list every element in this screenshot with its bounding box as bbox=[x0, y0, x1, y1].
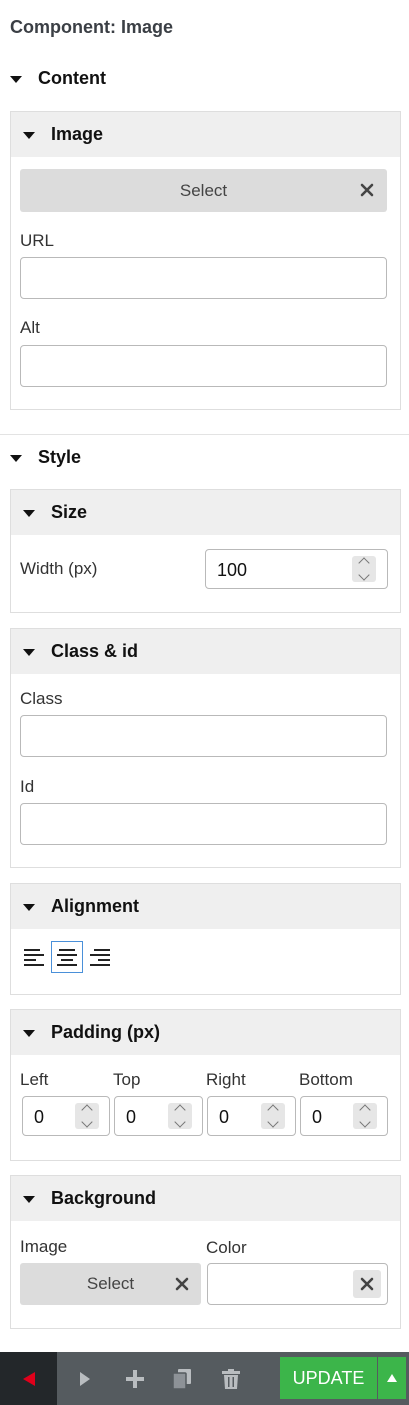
padding-panel-heading: Padding (px) bbox=[51, 1022, 160, 1042]
padding-right-input[interactable]: 0 bbox=[207, 1096, 296, 1136]
arrow-left-icon bbox=[22, 1371, 35, 1386]
url-label: URL bbox=[20, 231, 55, 250]
padding-bottom-value: 0 bbox=[312, 1107, 323, 1127]
clear-background-image-button[interactable] bbox=[168, 1270, 196, 1298]
delete-button[interactable] bbox=[214, 1352, 248, 1405]
align-left-icon bbox=[24, 949, 44, 966]
update-label: UPDATE bbox=[292, 1367, 365, 1388]
spinner-icon[interactable] bbox=[352, 556, 376, 582]
width-value: 100 bbox=[217, 560, 248, 580]
alt-label: Alt bbox=[20, 318, 40, 337]
background-panel-heading: Background bbox=[51, 1188, 157, 1208]
url-input[interactable] bbox=[20, 257, 387, 299]
padding-panel-toggle[interactable]: Padding (px) bbox=[11, 1010, 400, 1055]
content-section-toggle[interactable]: Content bbox=[10, 66, 106, 90]
padding-top-label: Top bbox=[113, 1070, 141, 1089]
style-section-toggle[interactable]: Style bbox=[10, 445, 81, 469]
width-input[interactable]: 100 bbox=[205, 549, 388, 589]
background-panel-toggle[interactable]: Background bbox=[11, 1176, 400, 1221]
duplicate-button[interactable] bbox=[165, 1352, 199, 1405]
image-panel-heading: Image bbox=[51, 124, 104, 144]
caret-down-icon bbox=[23, 132, 35, 139]
padding-left-input[interactable]: 0 bbox=[22, 1096, 110, 1136]
padding-right-label: Right bbox=[206, 1070, 246, 1089]
caret-down-icon bbox=[23, 904, 35, 911]
preview-button[interactable] bbox=[68, 1352, 102, 1405]
update-button[interactable]: UPDATE bbox=[280, 1357, 377, 1399]
alt-input[interactable] bbox=[20, 345, 387, 387]
align-center-icon bbox=[57, 949, 77, 966]
background-select-label: Select bbox=[86, 1274, 135, 1293]
align-center-button[interactable] bbox=[51, 941, 83, 973]
collapse-sidebar-button[interactable] bbox=[0, 1352, 57, 1405]
caret-down-icon bbox=[10, 75, 22, 83]
component-title: Component: Image bbox=[10, 17, 174, 37]
spinner-icon[interactable] bbox=[168, 1103, 192, 1129]
padding-bottom-input[interactable]: 0 bbox=[300, 1096, 388, 1136]
class-id-panel: Class & id Class Id bbox=[10, 628, 401, 868]
background-color-label: Color bbox=[206, 1238, 247, 1257]
align-right-icon bbox=[90, 949, 110, 966]
image-panel-toggle[interactable]: Image bbox=[11, 112, 400, 157]
padding-bottom-label: Bottom bbox=[299, 1070, 353, 1089]
size-panel: Size Width (px) 100 bbox=[10, 489, 401, 613]
clear-image-button[interactable] bbox=[353, 176, 381, 204]
class-id-panel-toggle[interactable]: Class & id bbox=[11, 629, 400, 674]
add-button[interactable] bbox=[118, 1352, 152, 1405]
section-divider bbox=[0, 434, 409, 435]
image-select-label: Select bbox=[179, 180, 228, 200]
content-section-heading: Content bbox=[38, 67, 106, 88]
size-panel-toggle[interactable]: Size bbox=[11, 490, 400, 535]
background-image-label: Image bbox=[20, 1237, 68, 1256]
trash-icon bbox=[222, 1368, 240, 1389]
padding-right-value: 0 bbox=[219, 1107, 230, 1127]
image-select-button[interactable]: Select bbox=[20, 169, 387, 212]
spinner-icon[interactable] bbox=[75, 1103, 99, 1129]
id-label: Id bbox=[20, 777, 35, 796]
caret-down-icon bbox=[23, 510, 35, 517]
caret-down-icon bbox=[23, 1030, 35, 1037]
align-right-button[interactable] bbox=[84, 941, 116, 973]
close-icon bbox=[360, 183, 374, 197]
caret-down-icon bbox=[23, 649, 35, 656]
size-panel-heading: Size bbox=[51, 502, 88, 522]
caret-down-icon bbox=[10, 454, 22, 462]
caret-up-icon bbox=[387, 1374, 397, 1382]
alignment-panel: Alignment bbox=[10, 883, 401, 995]
play-icon bbox=[80, 1371, 90, 1386]
close-icon bbox=[175, 1277, 189, 1291]
alignment-panel-toggle[interactable]: Alignment bbox=[11, 884, 400, 929]
align-left-button[interactable] bbox=[18, 941, 50, 973]
image-panel: Image Select URL Alt bbox=[10, 111, 401, 410]
class-input[interactable] bbox=[20, 715, 387, 757]
alignment-panel-heading: Alignment bbox=[51, 896, 139, 916]
class-id-panel-heading: Class & id bbox=[51, 641, 139, 661]
padding-left-label: Left bbox=[20, 1070, 49, 1089]
bottom-toolbar: UPDATE bbox=[0, 1352, 409, 1405]
copy-icon bbox=[173, 1368, 191, 1389]
background-panel: Background Image Color Select bbox=[10, 1175, 401, 1329]
style-section-heading: Style bbox=[38, 446, 82, 467]
spinner-icon[interactable] bbox=[261, 1103, 285, 1129]
update-options-button[interactable] bbox=[378, 1357, 406, 1399]
padding-top-input[interactable]: 0 bbox=[114, 1096, 203, 1136]
clear-background-color-button[interactable] bbox=[353, 1270, 381, 1298]
padding-left-value: 0 bbox=[34, 1107, 45, 1127]
width-label: Width (px) bbox=[20, 559, 98, 578]
close-icon bbox=[360, 1277, 374, 1291]
padding-top-value: 0 bbox=[126, 1107, 137, 1127]
class-label: Class bbox=[20, 689, 63, 708]
plus-icon bbox=[126, 1369, 144, 1388]
spinner-icon[interactable] bbox=[353, 1103, 377, 1129]
padding-panel: Padding (px) Left Top Right Bottom 0 0 0… bbox=[10, 1009, 401, 1161]
caret-down-icon bbox=[23, 1196, 35, 1203]
id-input[interactable] bbox=[20, 803, 387, 845]
